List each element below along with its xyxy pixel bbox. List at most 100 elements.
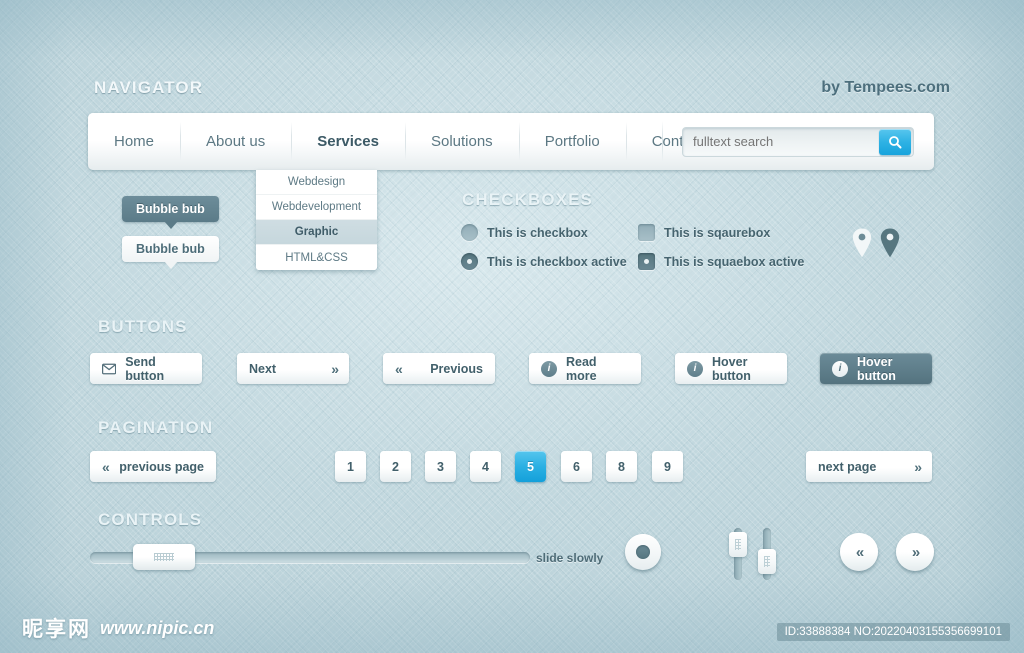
watermark: 昵享网 www.nipic.cn	[22, 613, 214, 643]
nav-item-label: Solutions	[430, 133, 493, 150]
page-button-6[interactable]: 6	[561, 451, 592, 482]
grip-icon	[735, 539, 741, 550]
hover-button-dark[interactable]: i Hover button	[820, 353, 932, 384]
checkbox-row-square-off[interactable]: This is sqaurebox	[638, 224, 770, 241]
pagination-heading: PAGINATION	[98, 418, 214, 437]
search-input[interactable]	[683, 134, 879, 149]
circle-next-button[interactable]: »	[896, 533, 934, 571]
hover-button-light[interactable]: i Hover button	[675, 353, 787, 384]
button-label: Next	[249, 361, 277, 376]
checkboxes-heading: CHECKBOXES	[462, 190, 593, 209]
previous-page-button[interactable]: « previous page	[90, 451, 216, 482]
nav-item-services[interactable]: Services	[291, 113, 405, 170]
info-icon: i	[541, 360, 557, 377]
map-pin-light-icon	[852, 228, 872, 258]
tooltip-bubble-light: Bubble bub	[122, 236, 219, 269]
watermark-logo-text: 昵享网	[22, 617, 91, 641]
controls-heading: CONTROLS	[98, 510, 203, 529]
button-label: Send button	[125, 354, 165, 383]
navigation-bar: Home About us Services Solutions Portfol…	[88, 113, 934, 170]
page-number: 8	[618, 459, 625, 474]
info-icon: i	[832, 360, 848, 377]
search-icon	[889, 135, 902, 148]
grip-icon	[764, 556, 770, 567]
button-label: Previous	[430, 361, 483, 376]
page-button-9[interactable]: 9	[652, 451, 683, 482]
checkbox-row-radio-off[interactable]: This is checkbox	[461, 224, 588, 241]
nav-item-portfolio[interactable]: Portfolio	[518, 113, 626, 170]
dropdown-item-label: Webdevelopment	[271, 201, 362, 213]
info-icon: i	[687, 360, 703, 377]
search-box	[682, 126, 914, 157]
tooltip-label: Bubble bub	[136, 242, 205, 256]
checkbox-label: This is checkbox active	[487, 254, 627, 269]
checkbox-row-radio-on[interactable]: This is checkbox active	[461, 253, 627, 270]
page-title: NAVIGATOR	[94, 78, 204, 97]
search-area	[662, 113, 934, 170]
buttons-heading: BUTTONS	[98, 317, 188, 336]
button-label: Hover button	[857, 354, 896, 383]
tooltip-bubble-dark: Bubble bub	[122, 196, 219, 229]
circle-previous-button[interactable]: «	[840, 533, 878, 571]
page-button-8[interactable]: 8	[606, 451, 637, 482]
page-number: 3	[437, 459, 444, 474]
page-number: 4	[482, 459, 489, 474]
map-pin-dark-icon	[880, 228, 900, 258]
dropdown-item-label: Graphic	[294, 226, 339, 238]
square-unchecked-icon[interactable]	[638, 224, 655, 241]
dropdown-item-graphic[interactable]: Graphic	[256, 220, 377, 245]
dropdown-item-webdevelopment[interactable]: Webdevelopment	[256, 195, 377, 220]
page-button-5-active[interactable]: 5	[515, 451, 546, 482]
dropdown-item-label: Webdesign	[287, 176, 346, 188]
read-more-button[interactable]: i Read more	[529, 353, 641, 384]
checkbox-row-square-on[interactable]: This is squaebox active	[638, 253, 804, 270]
radio-checked-icon[interactable]	[461, 253, 478, 270]
nav-item-solutions[interactable]: Solutions	[404, 113, 519, 170]
radio-unchecked-icon[interactable]	[461, 224, 478, 241]
page-button-2[interactable]: 2	[380, 451, 411, 482]
send-button[interactable]: Send button	[90, 353, 202, 384]
nav-item-label: Home	[114, 133, 155, 150]
vertical-slider-left-handle[interactable]	[729, 532, 747, 557]
previous-button[interactable]: « Previous	[383, 353, 495, 384]
page-number: 2	[392, 459, 399, 474]
chevron-double-left-icon: «	[395, 360, 403, 377]
checkbox-label: This is squaebox active	[664, 254, 805, 269]
chevron-double-left-icon: «	[102, 458, 110, 475]
envelope-icon	[102, 363, 117, 374]
vertical-slider-right-handle[interactable]	[758, 549, 776, 574]
round-knob-control[interactable]	[625, 534, 661, 570]
grip-icon	[154, 553, 174, 561]
tooltip-label: Bubble bub	[136, 202, 205, 216]
nav-item-label: Portfolio	[544, 133, 600, 150]
nav-item-about-us[interactable]: About us	[180, 113, 291, 170]
chevron-double-left-icon: «	[855, 543, 864, 561]
page-number: 9	[664, 459, 671, 474]
page-number: 1	[347, 459, 354, 474]
search-submit-button[interactable]	[879, 128, 911, 155]
services-dropdown-menu: Webdesign Webdevelopment Graphic HTML&CS…	[256, 170, 377, 270]
ui-kit-page: NAVIGATOR by Tempees.com Home About us S…	[0, 0, 1024, 653]
chevron-double-right-icon: »	[914, 458, 922, 475]
chevron-double-right-icon: »	[331, 360, 339, 377]
horizontal-slider-handle[interactable]	[133, 544, 195, 570]
dropdown-item-html-css[interactable]: HTML&CSS	[256, 245, 377, 270]
nav-item-home[interactable]: Home	[88, 113, 180, 170]
page-button-3[interactable]: 3	[425, 451, 456, 482]
next-button[interactable]: Next »	[237, 353, 349, 384]
checkbox-label: This is sqaurebox	[664, 225, 771, 240]
button-label: next page	[818, 459, 877, 474]
page-button-1[interactable]: 1	[335, 451, 366, 482]
nav-item-label: About us	[206, 133, 266, 150]
dropdown-item-webdesign[interactable]: Webdesign	[256, 170, 377, 195]
checkbox-label: This is checkbox	[487, 225, 588, 240]
watermark-url: www.nipic.cn	[100, 617, 215, 638]
square-checked-icon[interactable]	[638, 253, 655, 270]
button-label: Hover button	[712, 354, 751, 383]
button-label: previous page	[119, 459, 204, 474]
dropdown-item-label: HTML&CSS	[285, 251, 348, 264]
next-page-button[interactable]: next page »	[806, 451, 932, 482]
slider-label: slide slowly	[536, 551, 604, 565]
page-number: 6	[573, 459, 580, 474]
page-button-4[interactable]: 4	[470, 451, 501, 482]
